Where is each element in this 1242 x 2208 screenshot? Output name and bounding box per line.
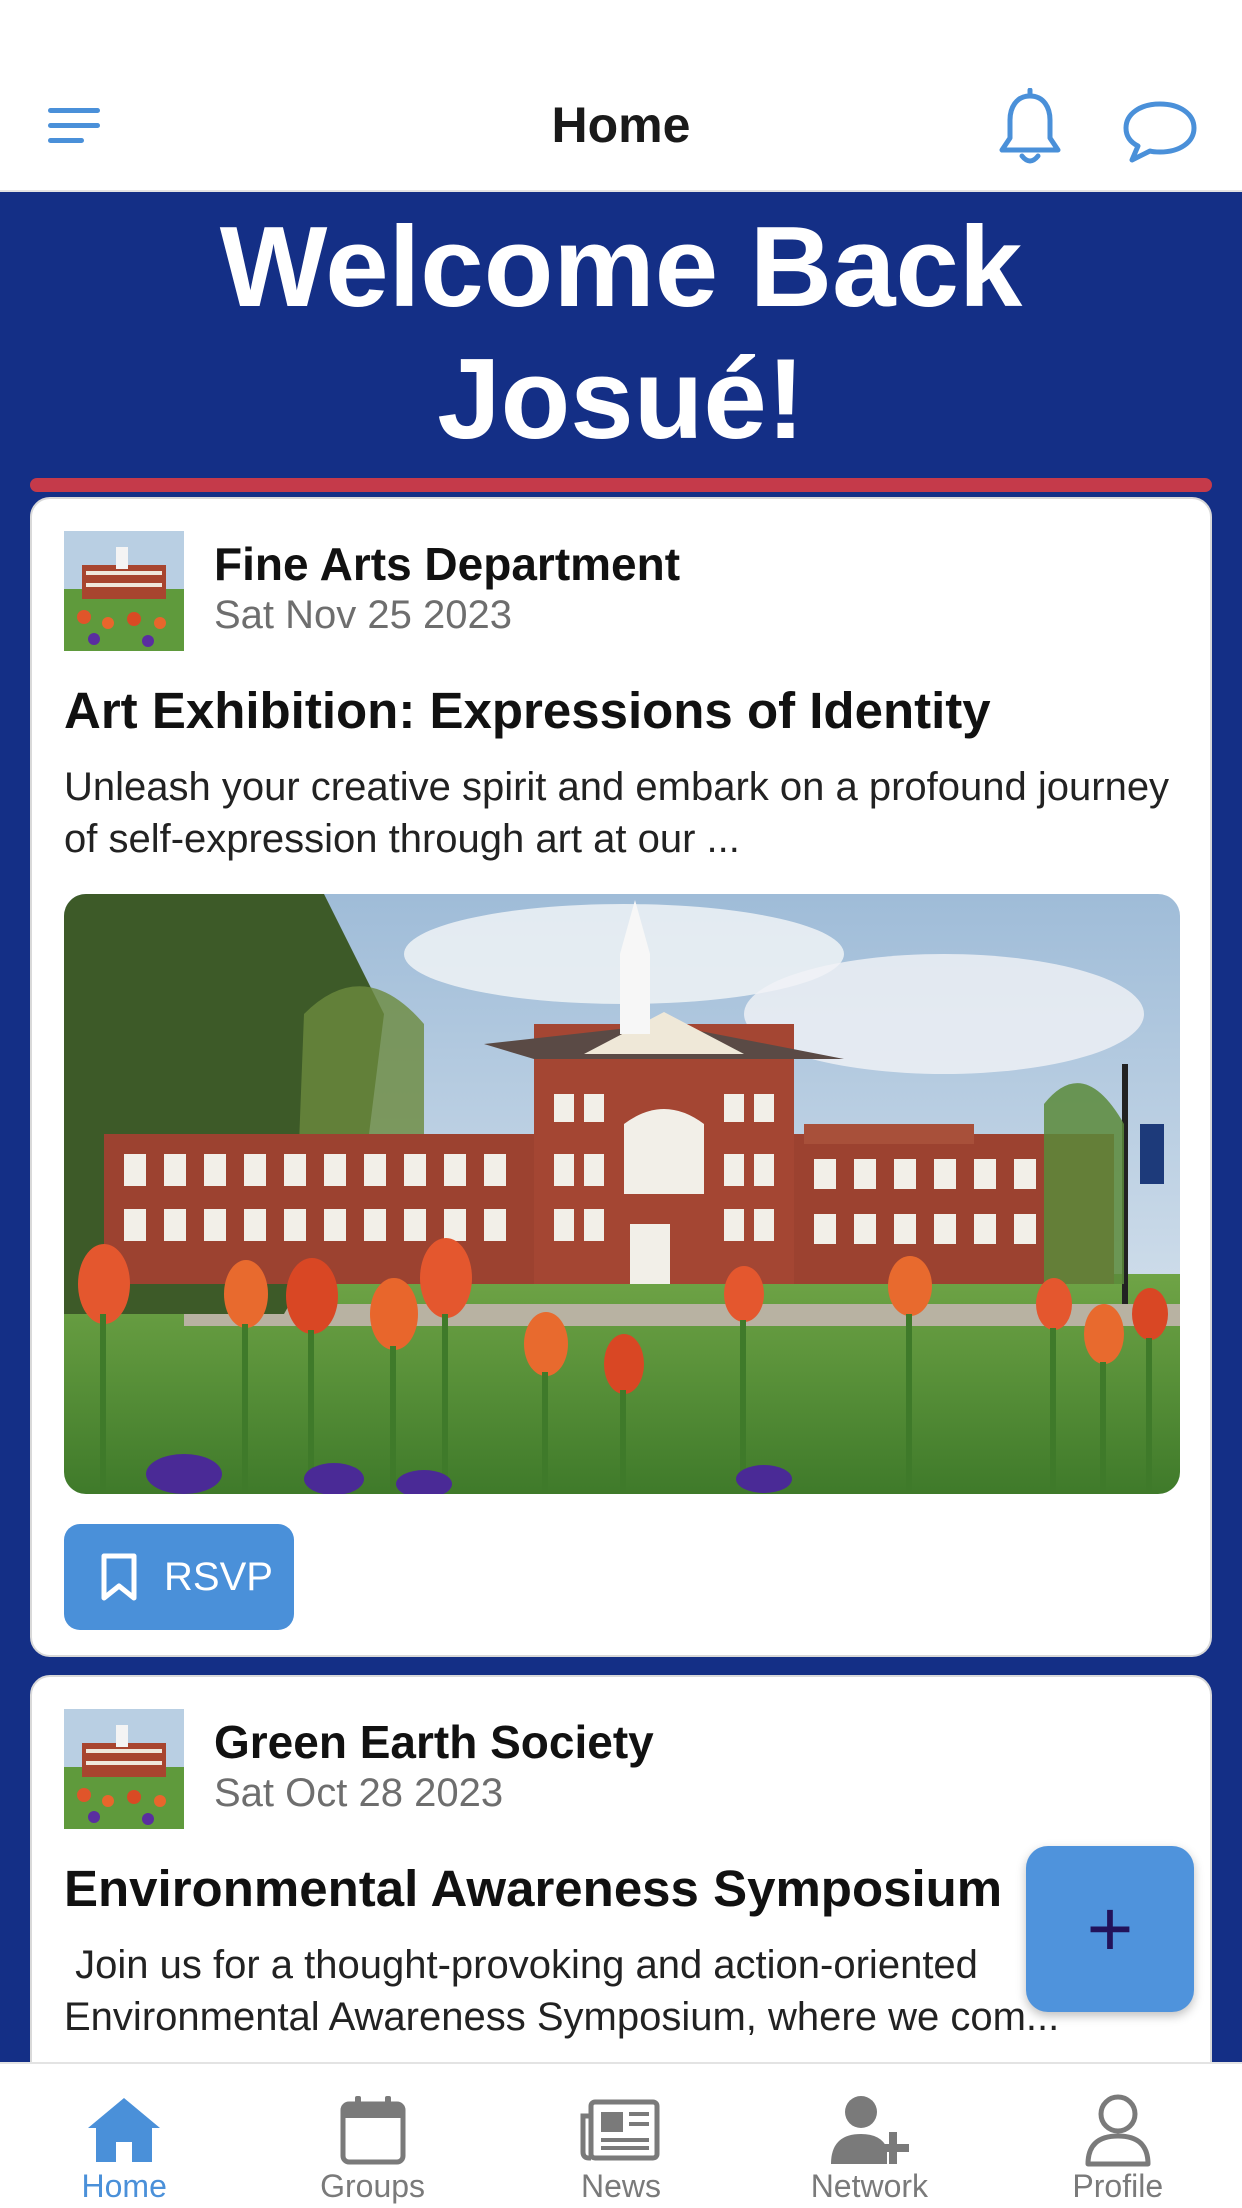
calendar-icon (340, 2096, 406, 2165)
event-title[interactable]: Art Exhibition: Expressions of Identity (64, 681, 991, 740)
tab-news[interactable]: News (497, 2064, 745, 2208)
welcome-line-1: Welcome Back (219, 204, 1023, 331)
welcome-user-name: Josué! (437, 336, 805, 463)
newspaper-icon (580, 2099, 660, 2161)
tab-label: News (580, 2168, 661, 2204)
chat-bubble-icon[interactable] (1120, 96, 1200, 166)
organization-thumbnail (64, 531, 184, 651)
tab-label: Home (81, 2168, 167, 2204)
home-feed: Welcome Back Josué! Fine Arts Department… (0, 192, 1242, 2062)
bottom-tab-bar: Home Groups News Network Profile (0, 2062, 1242, 2208)
add-user-icon (831, 2096, 910, 2164)
create-post-button[interactable]: + (1026, 1846, 1194, 2012)
top-nav-bar: Home (0, 0, 1242, 192)
accent-divider (30, 478, 1212, 492)
person-icon (1085, 2094, 1151, 2167)
event-image[interactable] (64, 894, 1180, 1494)
event-title[interactable]: Environmental Awareness Symposium (64, 1859, 1002, 1918)
tab-network[interactable]: Network (745, 2064, 993, 2208)
bookmark-icon (101, 1553, 137, 1601)
plus-icon: + (1086, 1884, 1134, 1973)
bell-icon[interactable] (994, 87, 1066, 168)
tab-label: Groups (320, 2168, 426, 2204)
event-card[interactable]: Fine Arts Department Sat Nov 25 2023 Art… (30, 497, 1212, 1657)
tab-home[interactable]: Home (0, 2064, 248, 2208)
event-description: Join us for a thought-provoking and acti… (64, 1943, 1060, 2039)
home-icon (88, 2098, 161, 2162)
rsvp-button[interactable]: RSVP (64, 1524, 294, 1630)
event-date: Sat Nov 25 2023 (214, 593, 512, 637)
organization-thumbnail (64, 1709, 184, 1829)
organization-name[interactable]: Green Earth Society (214, 1715, 654, 1769)
event-date: Sat Oct 28 2023 (214, 1771, 504, 1815)
tab-label: Profile (1072, 2168, 1164, 2204)
event-description: Unleash your creative spirit and embark … (64, 765, 1170, 861)
tab-profile[interactable]: Profile (994, 2064, 1242, 2208)
tab-label: Network (810, 2168, 929, 2204)
welcome-heading: Welcome Back Josué! (0, 202, 1242, 466)
rsvp-label: RSVP (164, 1554, 273, 1599)
organization-name[interactable]: Fine Arts Department (214, 537, 680, 591)
tab-groups[interactable]: Groups (248, 2064, 496, 2208)
